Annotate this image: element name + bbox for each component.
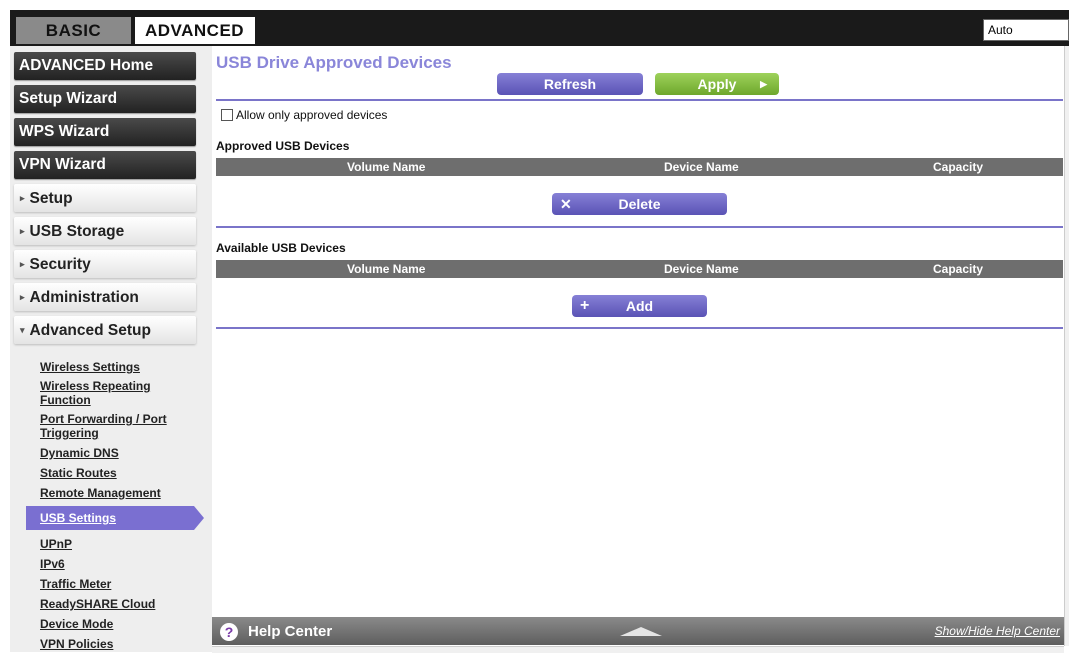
chevron-right-icon: ▸ — [20, 259, 25, 269]
show-hide-help-link[interactable]: Show/Hide Help Center — [935, 624, 1060, 638]
sidebar-section-setup[interactable]: ▸ Setup — [14, 184, 196, 212]
apply-label: Apply — [697, 76, 737, 92]
sidebar-section-label: Setup — [29, 190, 73, 207]
sidebar-section-advanced-setup[interactable]: ▾ Advanced Setup — [14, 316, 196, 344]
divider — [216, 226, 1063, 228]
column-device-name: Device Name — [664, 262, 739, 276]
sidebar-section-label: Advanced Setup — [29, 322, 151, 339]
sidebar: ADVANCED Home Setup Wizard WPS Wizard VP… — [10, 46, 212, 652]
sidebar-link-usb-settings[interactable]: USB Settings — [26, 506, 204, 530]
sidebar-section-label: Administration — [29, 289, 139, 306]
chevron-right-icon: ▸ — [20, 292, 25, 302]
main-content — [212, 46, 1069, 652]
approved-table-header: Volume Name Device Name Capacity — [216, 158, 1063, 176]
close-icon: ✕ — [560, 196, 572, 212]
divider — [216, 327, 1063, 329]
help-center-title: Help Center — [248, 623, 333, 640]
delete-label: Delete — [618, 196, 661, 212]
sidebar-link-upnp[interactable]: UPnP — [40, 537, 180, 551]
sidebar-link-port-forwarding[interactable]: Port Forwarding / Port Triggering — [40, 412, 180, 440]
sidebar-setup-wizard-button[interactable]: Setup Wizard — [14, 85, 196, 113]
allow-only-approved-label: Allow only approved devices — [236, 108, 388, 122]
add-label: Add — [625, 298, 654, 314]
sidebar-link-dynamic-dns[interactable]: Dynamic DNS — [40, 446, 180, 460]
help-center-bar: ? Help Center Show/Hide Help Center — [212, 617, 1064, 645]
sidebar-link-readyshare-cloud[interactable]: ReadySHARE Cloud — [40, 597, 180, 611]
plus-icon: + — [580, 297, 590, 314]
tab-advanced[interactable]: ADVANCED — [135, 17, 255, 44]
chevron-right-icon: ▸ — [20, 226, 25, 236]
sidebar-section-usb-storage[interactable]: ▸ USB Storage — [14, 217, 196, 245]
column-device-name: Device Name — [664, 160, 739, 174]
question-icon: ? — [220, 623, 238, 641]
sidebar-link-wireless-repeating[interactable]: Wireless Repeating Function — [40, 379, 180, 407]
column-volume-name: Volume Name — [347, 160, 426, 174]
sidebar-link-traffic-meter[interactable]: Traffic Meter — [40, 577, 180, 591]
sidebar-section-label: Security — [29, 256, 91, 273]
divider — [216, 99, 1063, 101]
sidebar-link-remote-management[interactable]: Remote Management — [40, 486, 180, 500]
tab-basic[interactable]: BASIC — [16, 17, 131, 44]
page-title: USB Drive Approved Devices — [216, 53, 452, 72]
play-arrow-icon: ▶ — [760, 79, 767, 89]
apply-button[interactable]: Apply ▶ — [655, 73, 779, 95]
sidebar-section-administration[interactable]: ▸ Administration — [14, 283, 196, 311]
chevron-down-icon: ▾ — [20, 325, 25, 335]
sidebar-advanced-home-button[interactable]: ADVANCED Home — [14, 52, 196, 80]
sidebar-link-wireless-settings[interactable]: Wireless Settings — [40, 360, 180, 374]
allow-only-approved-checkbox[interactable] — [221, 109, 233, 121]
sidebar-section-label: USB Storage — [29, 223, 125, 240]
column-capacity: Capacity — [933, 262, 984, 276]
approved-devices-heading: Approved USB Devices — [216, 139, 350, 153]
available-devices-heading: Available USB Devices — [216, 241, 346, 255]
sidebar-vpn-wizard-button[interactable]: VPN Wizard — [14, 151, 196, 179]
sidebar-wps-wizard-button[interactable]: WPS Wizard — [14, 118, 196, 146]
language-select[interactable]: Auto — [983, 19, 1069, 41]
sidebar-link-label: USB Settings — [40, 511, 117, 525]
column-capacity: Capacity — [933, 160, 984, 174]
sidebar-link-static-routes[interactable]: Static Routes — [40, 466, 180, 480]
available-table-header: Volume Name Device Name Capacity — [216, 260, 1063, 278]
chevron-up-icon[interactable] — [620, 627, 662, 636]
delete-button[interactable]: ✕ Delete — [552, 193, 727, 215]
refresh-button[interactable]: Refresh — [497, 73, 643, 95]
add-button[interactable]: + Add — [572, 295, 707, 317]
sidebar-link-device-mode[interactable]: Device Mode — [40, 617, 180, 631]
chevron-right-icon: ▸ — [20, 193, 25, 203]
sidebar-section-security[interactable]: ▸ Security — [14, 250, 196, 278]
vertical-scrollbar[interactable] — [1064, 46, 1069, 646]
sidebar-link-vpn-policies[interactable]: VPN Policies — [40, 637, 180, 651]
column-volume-name: Volume Name — [347, 262, 426, 276]
top-bar: BASIC ADVANCED Auto — [0, 0, 1069, 46]
sidebar-link-ipv6[interactable]: IPv6 — [40, 557, 180, 571]
